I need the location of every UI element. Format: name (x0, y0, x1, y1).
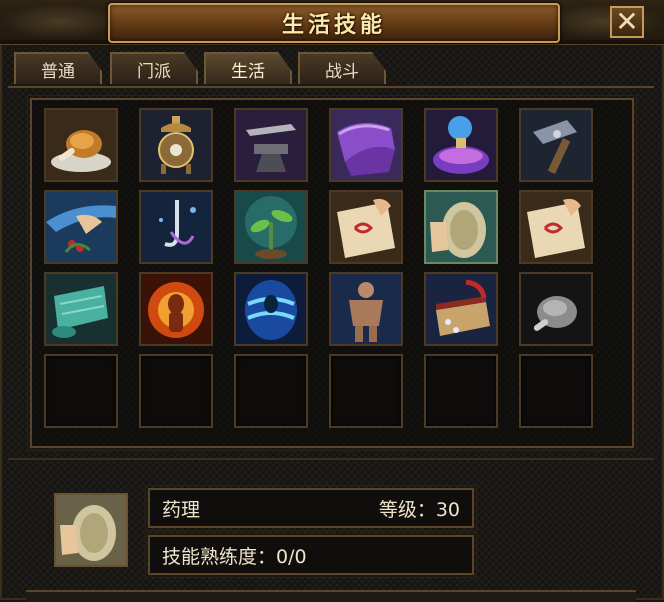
empty-skill-slot[interactable] (519, 354, 593, 428)
footer-strip (26, 590, 636, 602)
skill-slot-alchemy-furnace[interactable] (139, 108, 213, 182)
tab-divider (8, 86, 654, 88)
fishing-hook-icon (141, 192, 211, 262)
title-plate: 生活技能 (108, 3, 560, 43)
roast-meat-icon (46, 110, 116, 180)
title-bar: 生活技能 ✕ (0, 0, 664, 45)
skill-slot-fire-aura[interactable] (139, 272, 213, 346)
selected-skill-level: 等级：30 (378, 498, 460, 521)
anvil-icon (236, 110, 306, 180)
skill-slot-gray-meat[interactable] (519, 272, 593, 346)
tab-life[interactable]: 生活 (204, 52, 292, 84)
skill-slot-book-crafting[interactable] (424, 272, 498, 346)
book-crafting-icon (426, 274, 496, 344)
skill-slot-muscle-body[interactable] (329, 272, 403, 346)
tab-normal[interactable]: 普通 (14, 52, 102, 84)
selected-skill-name: 药理 (162, 498, 201, 521)
skill-slot-potion[interactable] (424, 108, 498, 182)
selected-skill-icon-frame (54, 493, 128, 567)
skill-slot-hammer[interactable] (519, 108, 593, 182)
water-aura-icon (236, 274, 306, 344)
muscle-body-icon (331, 274, 401, 344)
hammer-icon (521, 110, 591, 180)
herb-picking-icon (46, 192, 116, 262)
section-divider (8, 458, 654, 460)
seedling-icon (236, 192, 306, 262)
tab-sect[interactable]: 门派 (110, 52, 198, 84)
skill-slot-herb-picking[interactable] (44, 190, 118, 264)
potion-flask-icon (426, 110, 496, 180)
skill-slot-roast-meat[interactable] (44, 108, 118, 182)
skill-slot-scroll-seal[interactable] (329, 190, 403, 264)
grinding-wheel-icon (56, 495, 126, 565)
selected-skill-proficiency-box: 技能熟练度：0/0 (145, 532, 477, 578)
skill-slot-anvil[interactable] (234, 108, 308, 182)
title-ornament-left (0, 4, 120, 40)
empty-skill-slot[interactable] (329, 354, 403, 428)
window-title: 生活技能 (281, 13, 386, 38)
skill-grid-panel (27, 95, 637, 451)
alchemy-furnace-icon (141, 110, 211, 180)
selected-skill-proficiency: 技能熟练度：0/0 (162, 545, 307, 568)
jade-scroll-icon (46, 274, 116, 344)
selected-skill-name-box: 药理 等级：30 (145, 485, 477, 531)
tab-combat[interactable]: 战斗 (298, 52, 386, 84)
scroll-red-seal-icon (521, 192, 591, 262)
close-icon: ✕ (615, 5, 639, 38)
close-button[interactable]: ✕ (610, 6, 644, 38)
gray-meat-icon (521, 274, 591, 344)
skill-slot-water-aura[interactable] (234, 272, 308, 346)
fire-aura-icon (141, 274, 211, 344)
scroll-red-seal-icon (331, 192, 401, 262)
skill-slot-scroll-seal-2[interactable] (519, 190, 593, 264)
grinding-wheel-icon (426, 192, 496, 262)
skill-slot-seedling[interactable] (234, 190, 308, 264)
empty-skill-slot[interactable] (44, 354, 118, 428)
skill-slot-tailoring[interactable] (329, 108, 403, 182)
empty-skill-slot[interactable] (424, 354, 498, 428)
tailoring-cloth-icon (331, 110, 401, 180)
title-ornament-right (544, 4, 664, 40)
skill-slot-fishing[interactable] (139, 190, 213, 264)
empty-skill-slot[interactable] (234, 354, 308, 428)
skill-slot-grinding-wheel[interactable] (424, 190, 498, 264)
empty-skill-slot[interactable] (139, 354, 213, 428)
skill-slot-jade-scroll[interactable] (44, 272, 118, 346)
